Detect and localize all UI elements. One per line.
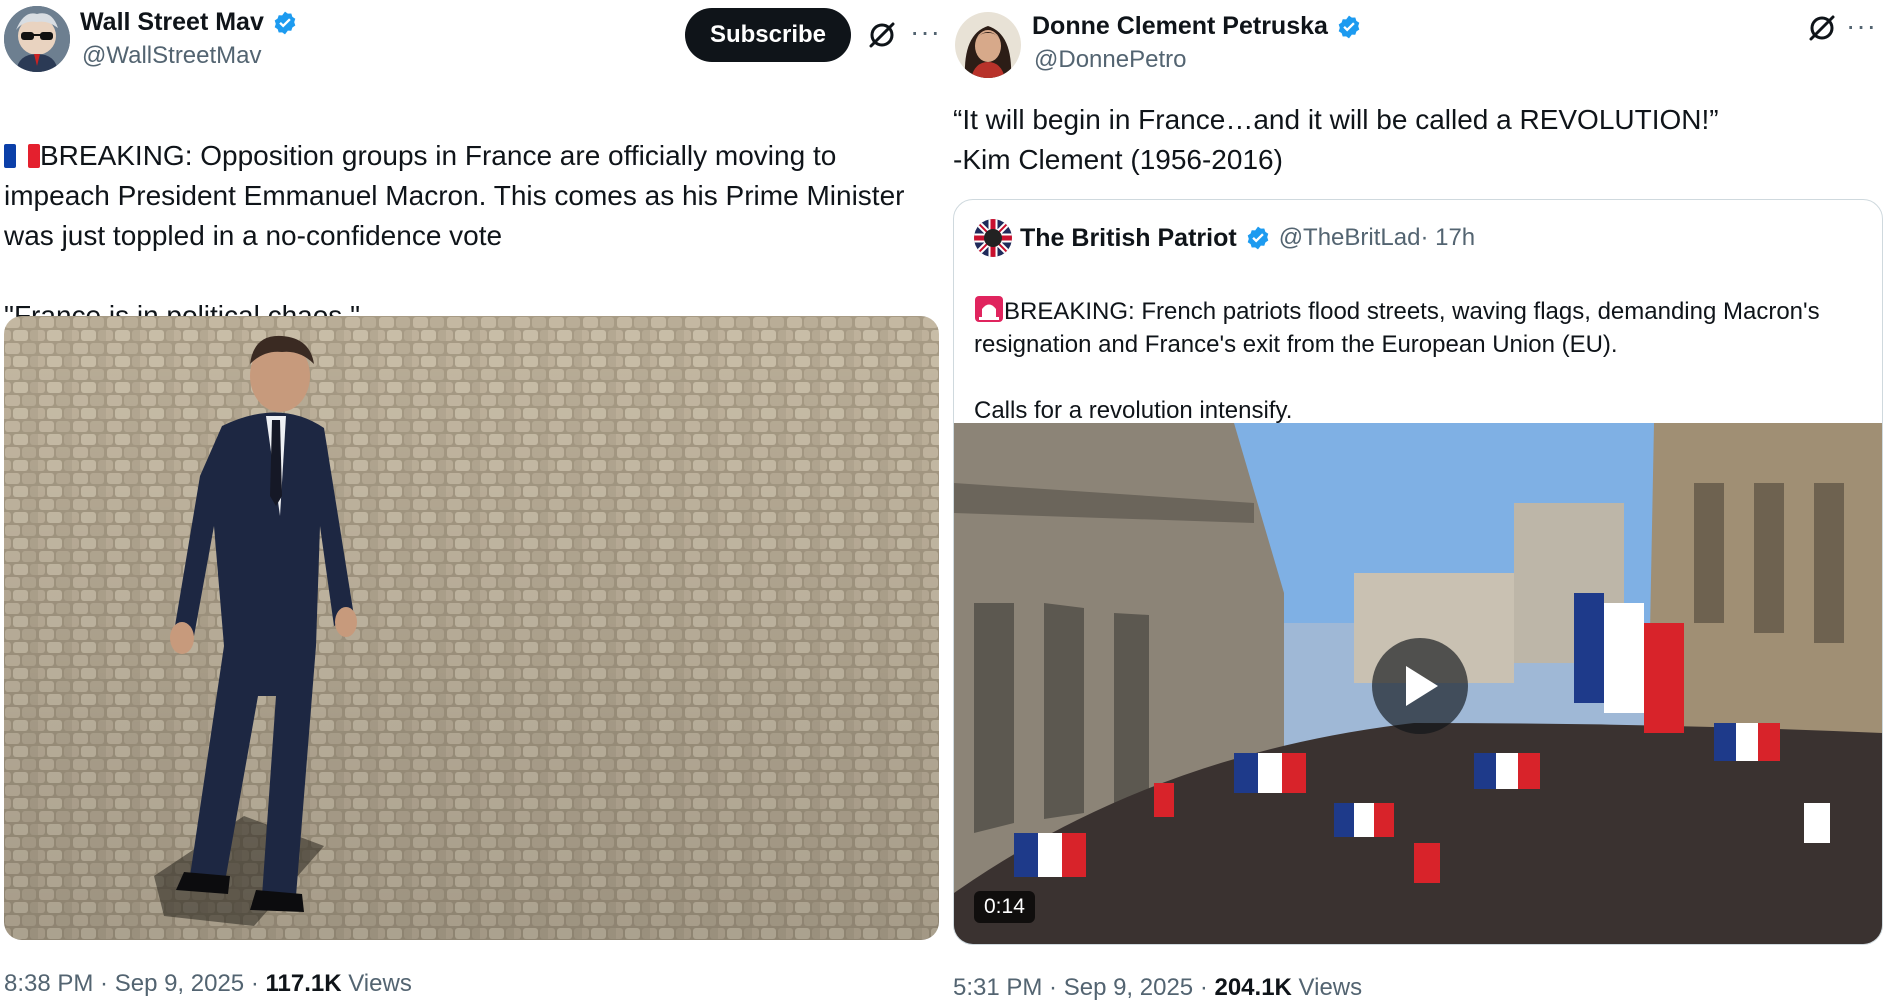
author-handle[interactable]: @DonnePetro (1034, 46, 1186, 74)
quoted-video[interactable]: 0:14 (954, 423, 1882, 944)
subscribe-button[interactable]: Subscribe (685, 8, 851, 62)
avatar[interactable] (955, 12, 1021, 78)
tweet-text: BREAKING: Opposition groups in France ar… (4, 96, 939, 336)
tweet-text: “It will begin in France…and it will be … (953, 104, 1719, 175)
more-options-icon[interactable]: ··· (1846, 12, 1877, 40)
verified-badge-icon (274, 11, 296, 34)
quoted-author-handle[interactable]: @TheBritLad (1279, 224, 1421, 252)
author-name[interactable]: Wall Street Mav (80, 8, 298, 37)
quoted-tweet-age[interactable]: · 17h (1420, 224, 1475, 252)
grok-icon[interactable] (866, 19, 898, 51)
views-count: 117.1K (265, 970, 342, 997)
video-duration: 0:14 (974, 891, 1035, 923)
union-jack-avatar-icon (974, 219, 1012, 257)
quoted-author-name[interactable]: The British Patriot (1020, 224, 1237, 253)
tweet-footer: 8:38 PM · Sep 9, 2025 · 117.1K Views (4, 970, 412, 998)
views-label: Views (341, 970, 412, 997)
grok-icon[interactable] (1806, 12, 1838, 44)
more-options-icon[interactable]: ··· (910, 18, 941, 46)
author-name-text[interactable]: Wall Street Mav (80, 8, 264, 37)
quoted-tweet-card[interactable]: The British Patriot @TheBritLad · 17h BR… (953, 199, 1883, 945)
tweet-timestamp[interactable]: 8:38 PM · Sep 9, 2025 · (4, 970, 265, 997)
avatar-woman-icon (955, 12, 1021, 78)
avatar-sunglasses-icon (4, 6, 70, 72)
verified-badge-icon (1338, 15, 1360, 38)
views-label: Views (1291, 974, 1363, 1001)
verified-badge-icon (1247, 226, 1268, 250)
tweet-donne-petro: Donne Clement Petruska @DonnePetro ··· “… (950, 0, 1885, 1002)
france-flag-icon (4, 144, 40, 168)
author-name[interactable]: Donne Clement Petruska (1032, 12, 1362, 41)
author-handle[interactable]: @WallStreetMav (82, 42, 262, 70)
tweet-body-text: BREAKING: Opposition groups in France ar… (4, 140, 905, 331)
tweet-photo[interactable] (4, 316, 939, 940)
siren-icon (975, 296, 1003, 322)
author-name-text[interactable]: Donne Clement Petruska (1032, 12, 1328, 41)
avatar[interactable] (4, 6, 70, 72)
play-icon (1406, 666, 1438, 706)
quoted-tweet-header: The British Patriot @TheBritLad · 17h (974, 219, 1475, 257)
tweet-wall-street-mav: Wall Street Mav @WallStreetMav Subscribe… (0, 0, 950, 1000)
quoted-avatar[interactable] (974, 219, 1012, 257)
views-count: 204.1K (1214, 974, 1292, 1001)
macron-walking-photo (4, 316, 939, 940)
play-button[interactable] (1372, 638, 1468, 734)
tweet-timestamp[interactable]: 5:31 PM · Sep 9, 2025 · (953, 974, 1214, 1001)
quoted-tweet-text: BREAKING: French patriots flood streets,… (974, 262, 1864, 427)
tweet-footer: 5:31 PM · Sep 9, 2025 · 204.1K Views (953, 974, 1362, 1002)
quoted-tweet-body: BREAKING: French patriots flood streets,… (974, 298, 1820, 424)
